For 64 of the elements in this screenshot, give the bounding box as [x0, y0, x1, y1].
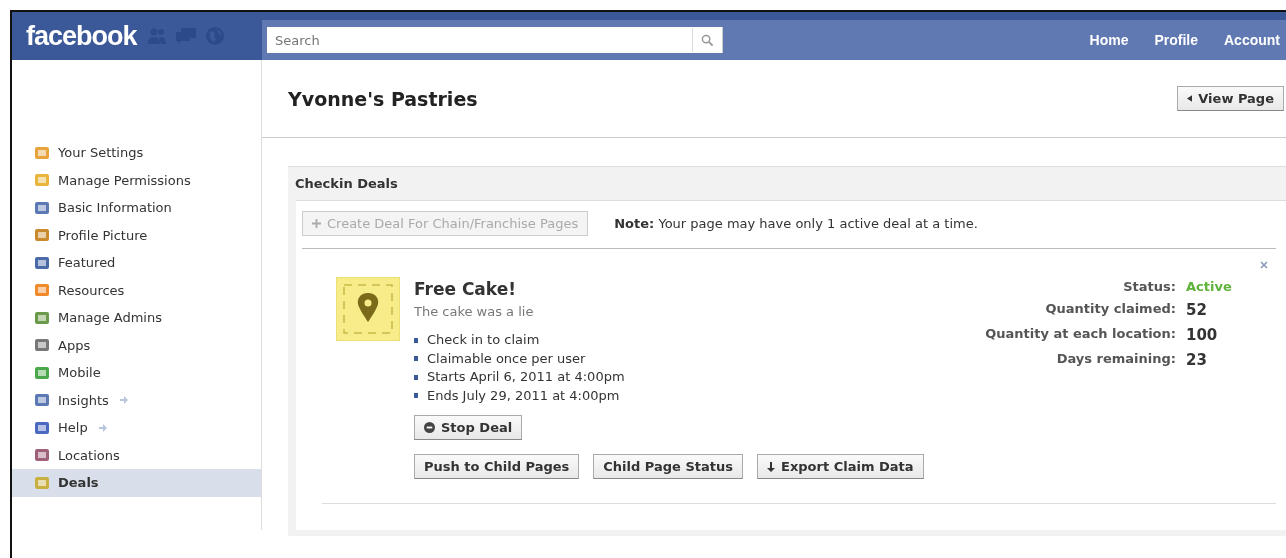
deal-detail: Check in to claim	[427, 331, 540, 349]
menu-item-icon	[34, 337, 50, 354]
menu-item-icon	[34, 364, 50, 381]
sidebar-item[interactable]: Mobile	[12, 359, 261, 387]
caret-icon	[1187, 95, 1193, 102]
view-page-button[interactable]: View Page	[1177, 86, 1284, 111]
sidebar-item[interactable]: Featured	[12, 249, 261, 277]
sidebar-item[interactable]: Profile Picture	[12, 221, 261, 249]
menu-item-icon	[34, 447, 50, 464]
sidebar-item[interactable]: Locations	[12, 441, 261, 469]
nav-link[interactable]: Home	[1089, 32, 1129, 48]
sidebar-item[interactable]: Manage Admins	[12, 304, 261, 332]
menu-item-icon	[34, 254, 50, 271]
deal-title: Free Cake!	[414, 279, 516, 299]
action-button[interactable]: Export Claim Data	[757, 454, 924, 479]
page-title: Yvonne's Pastries	[288, 87, 478, 110]
bullet-icon	[414, 356, 418, 362]
bullet-icon	[414, 337, 418, 343]
bullet-icon	[414, 393, 418, 399]
close-icon[interactable]	[1260, 261, 1268, 269]
plus-icon	[312, 219, 321, 228]
deal-detail: Claimable once per user	[427, 349, 586, 368]
deal-subtitle: The cake was a lie	[414, 304, 534, 319]
search-field[interactable]: Search	[267, 27, 723, 53]
sidebar-item[interactable]: Help	[12, 414, 261, 442]
stat-label: Days remaining:	[1056, 351, 1176, 368]
sidebar-item[interactable]: Insights	[12, 386, 261, 414]
stat-value: Active	[1186, 279, 1232, 294]
logo[interactable]: facebook	[26, 20, 137, 52]
menu-item-icon	[34, 474, 50, 491]
sidebar-item[interactable]: Your Settings	[12, 139, 261, 167]
menu-item-icon	[34, 227, 50, 244]
menu-item-icon	[34, 392, 50, 409]
stop-deal-button[interactable]: Stop Deal	[414, 415, 523, 440]
menu-item-icon	[34, 282, 50, 299]
menu-item-icon	[34, 419, 50, 436]
stat-label: Quantity at each location:	[985, 326, 1176, 343]
sidebar-item[interactable]: Manage Permissions	[12, 166, 261, 194]
nav-link[interactable]: Profile	[1154, 32, 1198, 48]
deal-detail: Ends July 29, 2011 at 4:00pm	[427, 386, 620, 405]
note-text: Note: Your page may have only 1 active deal at a time.	[614, 216, 978, 231]
sidebar-item[interactable]: Deals	[12, 469, 261, 497]
sidebar-item[interactable]: Apps	[12, 331, 261, 359]
search-icon[interactable]	[701, 33, 714, 47]
down-arrow-icon	[767, 461, 776, 472]
minus-circle-icon	[424, 422, 435, 433]
action-button[interactable]: Push to Child Pages	[414, 454, 580, 479]
bullet-icon	[414, 374, 418, 380]
stat-value: 100	[1186, 326, 1218, 344]
location-pin-icon	[336, 277, 400, 341]
menu-item-icon	[34, 172, 50, 189]
section-title: Checkin Deals	[294, 175, 399, 193]
stat-value: 23	[1186, 351, 1207, 369]
stat-value: 52	[1186, 301, 1207, 319]
stat-label: Status:	[1123, 279, 1176, 294]
stat-label: Quantity claimed:	[1045, 301, 1176, 318]
deal-detail: Starts April 6, 2011 at 4:00pm	[427, 368, 625, 386]
sidebar-item[interactable]: Basic Information	[12, 194, 261, 222]
menu-item-icon	[34, 199, 50, 216]
sidebar-item[interactable]: Resources	[12, 276, 261, 304]
nav-link[interactable]: Account	[1224, 32, 1280, 48]
menu-item-icon	[34, 309, 50, 326]
menu-item-icon	[34, 144, 50, 161]
action-button[interactable]: Child Page Status	[593, 454, 744, 479]
